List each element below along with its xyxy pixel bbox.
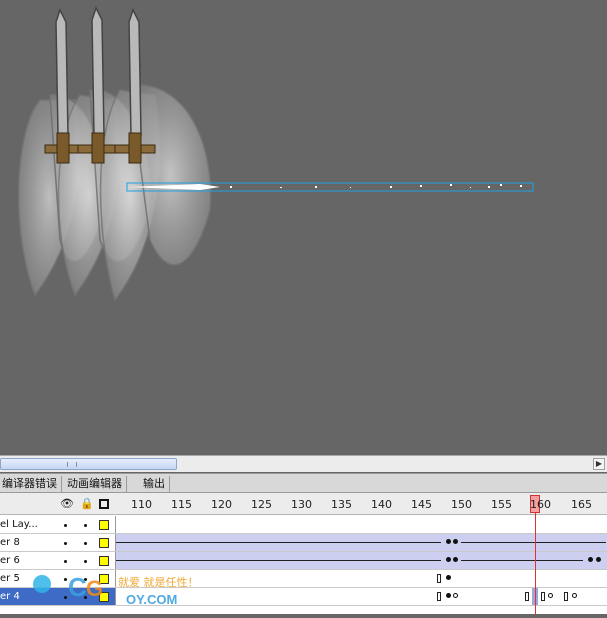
visibility-dot[interactable] bbox=[64, 524, 67, 527]
lock-icon[interactable]: 🔒 bbox=[80, 498, 94, 510]
blank-keyframe[interactable] bbox=[453, 593, 458, 598]
layer-outline-color[interactable] bbox=[99, 556, 109, 566]
keyframe[interactable] bbox=[588, 557, 593, 562]
frame-end-marker[interactable] bbox=[525, 592, 529, 601]
ruler-label: 130 bbox=[291, 498, 312, 511]
keyframe[interactable] bbox=[446, 539, 451, 544]
tween-arrow bbox=[461, 542, 606, 543]
ruler-label: 140 bbox=[371, 498, 392, 511]
eye-icon[interactable]: 👁 bbox=[60, 498, 74, 510]
ruler-label: 150 bbox=[451, 498, 472, 511]
stage-artwork bbox=[17, 6, 534, 302]
tab-output[interactable]: 输出 bbox=[139, 476, 170, 492]
frame-end-marker[interactable] bbox=[437, 574, 441, 583]
ruler-label: 160 bbox=[530, 498, 551, 511]
ruler-label: 145 bbox=[411, 498, 432, 511]
playhead-line bbox=[535, 513, 536, 614]
watermark-slogan: 就爱 就是任性！ bbox=[118, 575, 199, 589]
keyframe[interactable] bbox=[453, 539, 458, 544]
onion-skin-figure-3 bbox=[99, 84, 212, 302]
keyframe[interactable] bbox=[446, 575, 451, 580]
ruler-label: 135 bbox=[331, 498, 352, 511]
watermark-domain: OY.COM bbox=[126, 592, 177, 607]
stage-canvas[interactable] bbox=[0, 0, 607, 455]
watermark-logo: C G 就爱 就是任性！ OY.COM bbox=[30, 566, 230, 614]
tween-arrow bbox=[116, 560, 441, 561]
visibility-dot[interactable] bbox=[64, 542, 67, 545]
layer-outline-color[interactable] bbox=[99, 520, 109, 530]
visibility-dot[interactable] bbox=[64, 560, 67, 563]
keyframe[interactable] bbox=[446, 557, 451, 562]
horizontal-scrollbar[interactable]: ▶ bbox=[0, 455, 607, 472]
frame-track[interactable] bbox=[115, 516, 607, 533]
svg-text:G: G bbox=[86, 576, 103, 601]
scrollbar-grip-icon bbox=[67, 462, 77, 467]
frame-end-marker[interactable] bbox=[437, 592, 441, 601]
layer-name: el Lay... bbox=[0, 519, 38, 530]
panel-tabs: 编译器错误 动画编辑器 输出 bbox=[0, 473, 607, 493]
lock-dot[interactable] bbox=[84, 524, 87, 527]
ruler-label: 120 bbox=[211, 498, 232, 511]
timeline-header: 👁 🔒 110 115 120 125 130 135 140 145 150 … bbox=[0, 493, 607, 515]
tab-motion-editor[interactable]: 动画编辑器 bbox=[63, 476, 127, 492]
keyframe[interactable] bbox=[596, 557, 601, 562]
layer-name: er 8 bbox=[0, 537, 20, 548]
scroll-right-arrow-icon[interactable]: ▶ bbox=[593, 458, 605, 470]
ruler-label: 155 bbox=[491, 498, 512, 511]
frame-end-marker[interactable] bbox=[564, 592, 568, 601]
scrollbar-thumb[interactable] bbox=[0, 458, 177, 470]
layer-outline-color[interactable] bbox=[99, 538, 109, 548]
tween-arrow bbox=[461, 560, 583, 561]
keyframe[interactable] bbox=[453, 557, 458, 562]
blank-keyframe[interactable] bbox=[548, 593, 553, 598]
ruler-label: 125 bbox=[251, 498, 272, 511]
keyframe[interactable] bbox=[446, 593, 451, 598]
tween-arrow bbox=[116, 542, 441, 543]
ruler-label: 165 bbox=[571, 498, 592, 511]
layer-row[interactable]: el Lay... bbox=[0, 516, 607, 534]
svg-text:C: C bbox=[68, 572, 87, 602]
outline-icon[interactable] bbox=[99, 499, 109, 509]
tab-compiler-errors[interactable]: 编译器错误 bbox=[0, 476, 62, 492]
blank-keyframe[interactable] bbox=[572, 593, 577, 598]
frame-end-marker[interactable] bbox=[541, 592, 545, 601]
layer-row[interactable]: er 8 bbox=[0, 534, 607, 552]
lock-dot[interactable] bbox=[84, 560, 87, 563]
ruler-label: 110 bbox=[131, 498, 152, 511]
lock-dot[interactable] bbox=[84, 542, 87, 545]
frame-track[interactable] bbox=[115, 534, 607, 551]
ruler-label: 115 bbox=[171, 498, 192, 511]
